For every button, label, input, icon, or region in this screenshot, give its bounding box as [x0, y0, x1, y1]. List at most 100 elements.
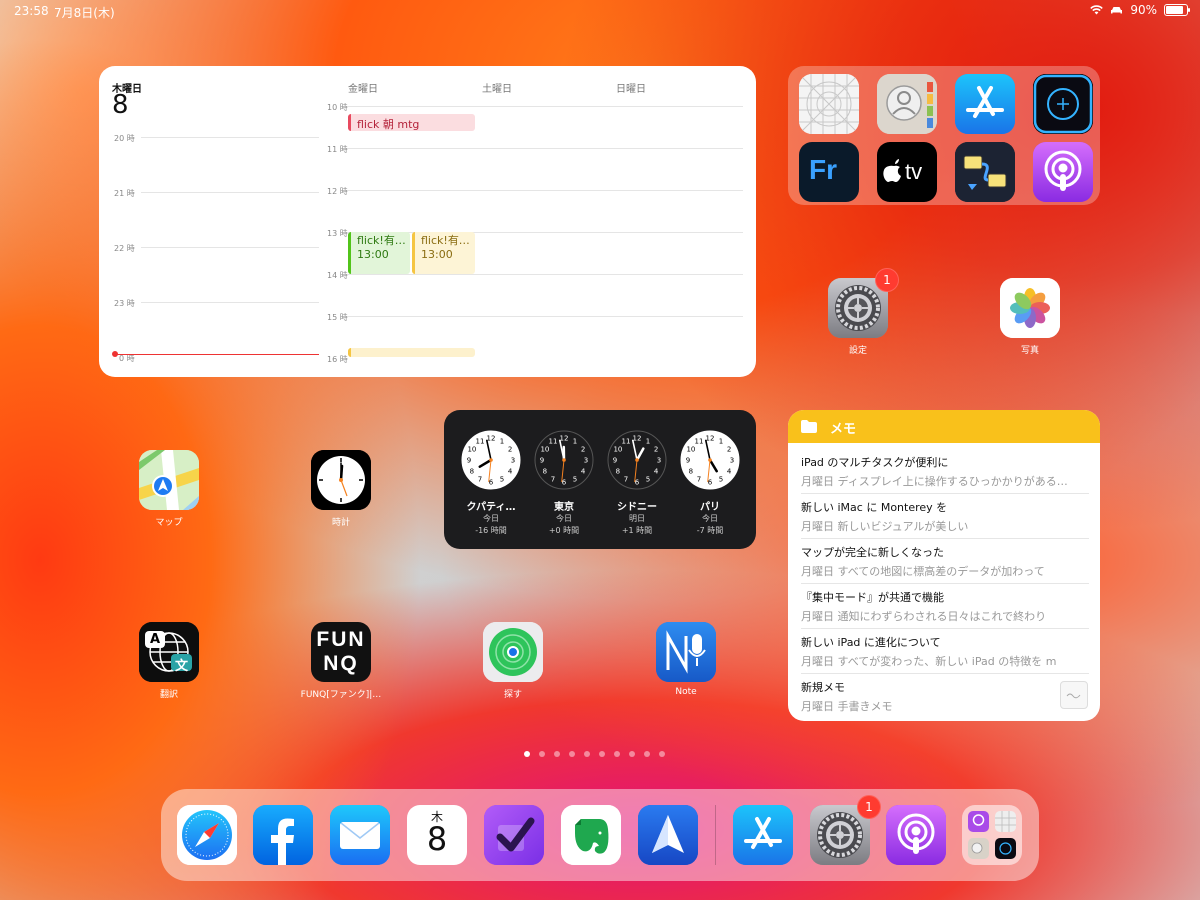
battery-percent: 90%	[1130, 3, 1157, 17]
hour-line	[141, 247, 319, 248]
podcasts-app-icon[interactable]	[886, 805, 946, 865]
page-dot[interactable]	[659, 751, 665, 757]
calendar-event[interactable]: flick!有… 13:00	[412, 232, 475, 274]
app-store-icon[interactable]	[955, 74, 1015, 134]
dock: 木 8 1	[161, 789, 1039, 881]
funq-icon-text-bottom: NQ	[323, 652, 359, 675]
calendar-app-icon[interactable]: 木 8	[407, 805, 467, 865]
svg-text:11: 11	[476, 437, 485, 445]
design-grid-app-icon[interactable]	[799, 74, 859, 134]
settings-label: 設定	[848, 346, 867, 356]
svg-text:10: 10	[686, 446, 695, 454]
status-date: 7月8日(木)	[54, 6, 115, 20]
fresco-icon-text: Fr	[809, 154, 837, 185]
note-item[interactable]: マップが完全に新しくなった 月曜日 すべての地図に標高差のデータが加わって	[801, 538, 1089, 584]
svg-text:2: 2	[727, 446, 731, 454]
event-title: flick 朝 mtg	[357, 118, 420, 131]
note-title: 新しい iPad に進化について	[801, 636, 941, 649]
svg-text:3: 3	[657, 457, 661, 465]
notes-widget[interactable]: メモ iPad のマルチタスクが便利に 月曜日 ディスプレイ上に操作するひっかか…	[788, 410, 1100, 721]
note-app-icon[interactable]	[656, 622, 716, 682]
spark-app-icon[interactable]	[638, 805, 698, 865]
world-clock-item: 1 2 3 4 5 6 7 8 9 10 11 12 シドニー 明日 +1 時間	[602, 430, 672, 537]
page-dot[interactable]	[569, 751, 575, 757]
evernote-app-icon[interactable]	[561, 805, 621, 865]
maps-app-icon[interactable]	[139, 450, 199, 510]
note-title: マップが完全に新しくなった	[801, 546, 944, 559]
hour-label: 21 時	[114, 189, 135, 198]
app-library-icon[interactable]	[962, 805, 1022, 865]
svg-text:10: 10	[613, 446, 622, 454]
svg-text:12: 12	[706, 435, 715, 443]
calendar-widget[interactable]: 木曜日 8 20 時 21 時 22 時 23 時 0 時 金曜日 土曜日 日曜…	[99, 66, 756, 377]
hour-label: 13 時	[327, 229, 348, 238]
apple-tv-app-icon[interactable]: tv	[877, 142, 937, 202]
find-my-app-icon[interactable]	[483, 622, 543, 682]
omnifocus-app-icon[interactable]	[484, 805, 544, 865]
notes-header[interactable]: メモ	[788, 410, 1100, 443]
page-dot[interactable]	[644, 751, 650, 757]
contacts-app-icon[interactable]	[877, 74, 937, 134]
page-indicator[interactable]	[524, 751, 665, 757]
svg-text:8: 8	[470, 468, 474, 476]
svg-text:4: 4	[508, 468, 513, 476]
calendar-event[interactable]: flick 朝 mtg	[348, 114, 475, 131]
calendar-event[interactable]	[348, 348, 475, 357]
clock-label: 時計	[331, 518, 350, 528]
svg-text:3: 3	[730, 457, 734, 465]
podcasts-app-icon[interactable]	[1033, 142, 1093, 202]
page-dot[interactable]	[584, 751, 590, 757]
svg-text:1: 1	[573, 437, 577, 445]
status-time: 23:58	[14, 4, 49, 18]
note-item[interactable]: 『集中モード』が共通で機能 月曜日 通知にわずらわされる日々はこれで終わり	[801, 583, 1089, 629]
calendar-event[interactable]: flick!有… 13:00	[348, 232, 410, 274]
notes-title: メモ	[830, 422, 857, 437]
note-snippet: 月曜日 新しいビジュアルが美しい	[801, 520, 969, 533]
svg-text:4: 4	[727, 468, 732, 476]
svg-text:8: 8	[543, 468, 547, 476]
event-title: flick!有…	[421, 234, 470, 247]
mindmap-app-icon[interactable]	[955, 142, 1015, 202]
facebook-app-icon[interactable]	[253, 805, 313, 865]
world-clock-widget[interactable]: 1 2 3 4 5 6 7 8 9 10 11 12 クパティ… 今日 -16 時間 12345678…	[444, 410, 756, 549]
clock-offset: -16 時間	[475, 526, 507, 535]
svg-text:11: 11	[549, 437, 558, 445]
app-folder-widget[interactable]: Fr tv	[788, 66, 1100, 205]
page-dot[interactable]	[599, 751, 605, 757]
clock-day: 今日	[556, 514, 572, 523]
svg-text:1: 1	[646, 437, 650, 445]
svg-text:12: 12	[560, 435, 569, 443]
page-dot[interactable]	[554, 751, 560, 757]
note-item[interactable]: 新しい iMac に Monterey を 月曜日 新しいビジュアルが美しい	[801, 493, 1089, 539]
page-dot[interactable]	[539, 751, 545, 757]
photoshop-camera-app-icon[interactable]	[1033, 74, 1093, 134]
svg-text:2: 2	[581, 446, 585, 454]
note-item[interactable]: 新しい iPad に進化について 月曜日 すべてが変わった、新しい iPad の…	[801, 628, 1089, 674]
safari-app-icon[interactable]	[177, 805, 237, 865]
analog-clock-face: 1234567891011 12	[461, 430, 521, 490]
event-time: 13:00	[357, 248, 389, 261]
translate-app-icon[interactable]: A 文	[139, 622, 199, 682]
column-saturday: 土曜日	[482, 84, 512, 95]
fresco-app-icon[interactable]: Fr	[799, 142, 859, 202]
hour-line	[141, 302, 319, 303]
note-item[interactable]: iPad のマルチタスクが便利に 月曜日 ディスプレイ上に操作するひっかかりがあ…	[801, 448, 1089, 494]
photos-app-icon[interactable]	[1000, 278, 1060, 338]
tv-icon-text: tv	[905, 159, 923, 184]
clock-app-icon[interactable]	[311, 450, 371, 510]
svg-text:6: 6	[562, 479, 567, 487]
hour-label: 14 時	[327, 271, 348, 280]
mail-app-icon[interactable]	[330, 805, 390, 865]
page-dot[interactable]	[614, 751, 620, 757]
page-dot[interactable]	[524, 751, 530, 757]
svg-text:6: 6	[708, 479, 713, 487]
page-dot[interactable]	[629, 751, 635, 757]
note-snippet: 月曜日 すべての地図に標高差のデータが加わって	[801, 565, 1045, 578]
note-item[interactable]: 新規メモ 月曜日 手書きメモ	[801, 673, 1089, 718]
app-store-icon[interactable]	[733, 805, 793, 865]
hour-label: 22 時	[114, 244, 135, 253]
event-title: flick!有…	[357, 234, 406, 247]
column-sunday: 日曜日	[616, 84, 646, 95]
svg-text:8: 8	[616, 468, 620, 476]
funq-app-icon[interactable]: FUN NQ	[311, 622, 371, 682]
